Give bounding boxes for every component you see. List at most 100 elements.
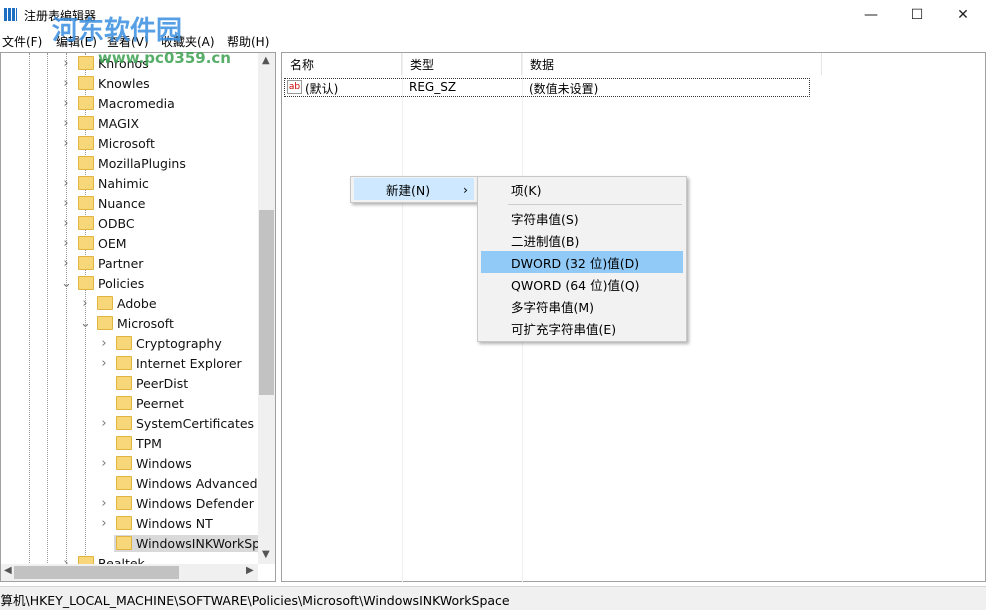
expand-chevron-icon[interactable]: ›	[61, 56, 71, 71]
tree-item[interactable]: ›Windows NT	[1, 513, 259, 533]
title-bar: 注册表编辑器 — ☐ ✕	[0, 0, 986, 30]
column-header-type[interactable]: 类型	[402, 53, 522, 75]
expand-chevron-icon[interactable]: ›	[99, 456, 109, 471]
submenu-arrow-icon: ›	[463, 182, 468, 197]
tree-vertical-scroll-thumb[interactable]	[259, 210, 274, 395]
context-menu: 新建(N) ›	[350, 176, 478, 203]
folder-icon	[78, 96, 94, 110]
expand-chevron-icon[interactable]: ›	[61, 216, 71, 231]
menu-item-string-value[interactable]: 字符串值(S)	[481, 207, 683, 229]
collapse-chevron-icon[interactable]: ⌄	[61, 276, 71, 291]
menu-item-new[interactable]: 新建(N) ›	[354, 178, 474, 200]
tree-item-label: Windows	[134, 455, 194, 472]
scroll-down-icon[interactable]: ▼	[262, 549, 270, 560]
maximize-button[interactable]: ☐	[894, 0, 940, 30]
tree-item[interactable]: ›Windows Defender	[1, 493, 259, 513]
folder-icon	[78, 136, 94, 150]
tree-item[interactable]: ›Knowles	[1, 73, 259, 93]
tree-item-label: MozillaPlugins	[96, 155, 188, 172]
tree-item-label: MAGIX	[96, 115, 141, 132]
expand-chevron-icon[interactable]: ›	[99, 496, 109, 511]
tree-item[interactable]: ›Internet Explorer	[1, 353, 259, 373]
menu-item-key[interactable]: 项(K)	[481, 178, 683, 200]
column-header-data[interactable]: 数据	[522, 53, 822, 75]
tree-item[interactable]: › OEM	[1, 233, 259, 253]
collapse-chevron-icon[interactable]: ⌄	[80, 316, 90, 331]
expand-chevron-icon[interactable]: ›	[99, 516, 109, 531]
expand-chevron-icon[interactable]: ›	[61, 96, 71, 111]
menu-favorites[interactable]: 收藏夹(A)	[161, 33, 215, 50]
tree-item-label: Khronos	[96, 55, 151, 72]
tree-item[interactable]: Peernet	[1, 393, 259, 413]
tree-item[interactable]: › Macromedia	[1, 93, 259, 113]
tree-item-label: Cryptography	[134, 335, 224, 352]
menu-bar: 文件(F) 编辑(E) 查看(V) 收藏夹(A) 帮助(H)	[0, 30, 986, 50]
menu-item-binary-value[interactable]: 二进制值(B)	[481, 229, 683, 251]
expand-chevron-icon[interactable]: ›	[99, 336, 109, 351]
expand-chevron-icon[interactable]: ›	[61, 136, 71, 151]
tree-item[interactable]: TPM	[1, 433, 259, 453]
tree-item-label: Windows Advanced Threat Protection	[134, 475, 276, 492]
registry-tree[interactable]: ›Khronos›Knowles›Macromedia›MAGIX›Micros…	[0, 52, 276, 582]
tree-item-label: Microsoft	[96, 135, 157, 152]
menu-separator	[508, 204, 682, 205]
expand-chevron-icon[interactable]: ›	[80, 296, 90, 311]
menu-view[interactable]: 查看(V)	[107, 33, 149, 50]
tree-item[interactable]: PeerDist	[1, 373, 259, 393]
tree-item-label: Macromedia	[96, 95, 177, 112]
expand-chevron-icon[interactable]: ›	[99, 416, 109, 431]
column-header-name[interactable]: 名称	[282, 53, 402, 75]
folder-icon	[116, 336, 132, 350]
scroll-right-icon[interactable]: ▶	[246, 565, 254, 576]
tree-item[interactable]: › Microsoft	[1, 133, 259, 153]
menu-item-multi-string-value[interactable]: 多字符串值(M)	[481, 295, 683, 317]
tree-item[interactable]: ›Nuance	[1, 193, 259, 213]
tree-horizontal-scroll-thumb[interactable]	[14, 566, 179, 579]
folder-icon	[116, 536, 132, 550]
tree-item-label: OEM	[96, 235, 129, 252]
folder-icon	[78, 276, 94, 290]
tree-item[interactable]: › Cryptography	[1, 333, 259, 353]
menu-item-expandable-string-value[interactable]: 可扩充字符串值(E)	[481, 317, 683, 339]
folder-icon	[116, 496, 132, 510]
tree-item-label: Microsoft	[115, 315, 176, 332]
tree-item[interactable]: › SystemCertificates	[1, 413, 259, 433]
folder-icon	[78, 116, 94, 130]
tree-item[interactable]: WindowsINKWorkSpace	[1, 533, 259, 553]
expand-chevron-icon[interactable]: ›	[61, 256, 71, 271]
expand-chevron-icon[interactable]: ›	[61, 196, 71, 211]
tree-item-label: Adobe	[115, 295, 159, 312]
expand-chevron-icon[interactable]: ›	[61, 116, 71, 131]
scroll-up-icon[interactable]: ▲	[262, 55, 270, 66]
tree-item-label: SystemCertificates	[134, 415, 256, 432]
menu-item-qword-value[interactable]: QWORD (64 位)值(Q)	[481, 273, 683, 295]
new-submenu: 项(K) 字符串值(S) 二进制值(B) DWORD (32 位)值(D) QW…	[477, 176, 687, 342]
expand-chevron-icon[interactable]: ›	[99, 356, 109, 371]
menu-item-dword-value[interactable]: DWORD (32 位)值(D)	[481, 251, 683, 273]
scroll-left-icon[interactable]: ◀	[4, 565, 12, 576]
tree-item[interactable]: ›ODBC	[1, 213, 259, 233]
menu-help[interactable]: 帮助(H)	[227, 33, 269, 50]
tree-item[interactable]: ⌄ Microsoft	[1, 313, 259, 333]
expand-chevron-icon[interactable]: ›	[61, 236, 71, 251]
close-button[interactable]: ✕	[940, 0, 986, 30]
tree-item[interactable]: ›Nahimic	[1, 173, 259, 193]
menu-file[interactable]: 文件(F)	[2, 33, 42, 50]
tree-item[interactable]: › MAGIX	[1, 113, 259, 133]
tree-item[interactable]: Windows Advanced Threat Protection	[1, 473, 259, 493]
tree-item[interactable]: MozillaPlugins	[1, 153, 259, 173]
folder-icon	[78, 256, 94, 270]
folder-icon	[116, 436, 132, 450]
menu-edit[interactable]: 编辑(E)	[56, 33, 97, 50]
expand-chevron-icon[interactable]: ›	[61, 176, 71, 191]
tree-item[interactable]: › Khronos	[1, 53, 259, 73]
tree-item[interactable]: › Windows	[1, 453, 259, 473]
tree-item[interactable]: ›Partner	[1, 253, 259, 273]
expand-chevron-icon[interactable]: ›	[61, 76, 71, 91]
folder-icon	[116, 456, 132, 470]
tree-item[interactable]: ⌄Policies	[1, 273, 259, 293]
minimize-button[interactable]: —	[848, 0, 894, 30]
tree-item-label: PeerDist	[134, 375, 190, 392]
folder-icon	[116, 416, 132, 430]
tree-item[interactable]: › Adobe	[1, 293, 259, 313]
